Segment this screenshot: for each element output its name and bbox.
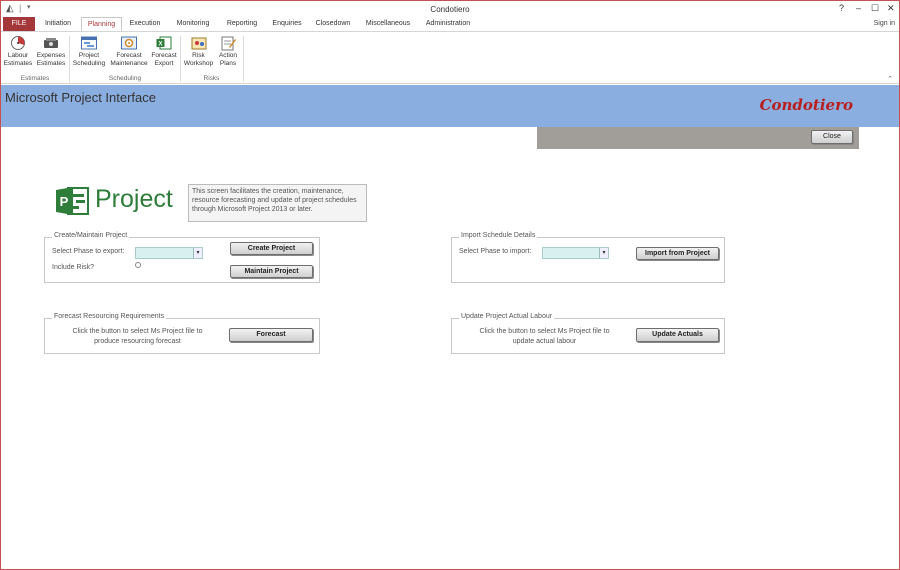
restore-icon[interactable]: ☐ [871,3,879,14]
forecast-button[interactable]: Forecast [229,328,313,342]
project-scheduling-button[interactable]: Project Scheduling [71,35,107,68]
import-schedule-title: Import Schedule Details [459,232,538,239]
forecast-export-icon: X [156,36,172,50]
help-icon[interactable]: ? [839,3,844,13]
import-phase-label: Select Phase to import: [459,248,532,255]
form-header: Microsoft Project Interface Condotiero [1,85,899,127]
page-title: Microsoft Project Interface [5,90,156,105]
create-maintain-group: Create/Maintain Project Select Phase to … [44,232,320,283]
risk-workshop-label-1: Risk [192,52,205,59]
close-button[interactable]: Close [811,130,853,144]
actuals-group: Update Project Actual Labour Click the b… [451,313,725,354]
logo-wordmark: Project [95,185,173,213]
export-phase-select[interactable]: ▾ [135,247,203,259]
project-scheduling-label-1: Project [78,52,100,59]
import-schedule-group: Import Schedule Details Select Phase to … [451,232,725,283]
tab-execution[interactable]: Execution [126,17,164,32]
tab-closedown[interactable]: Closedown [312,17,354,32]
risk-workshop-label-2: Workshop [183,60,214,67]
action-plans-label-2: Plans [219,60,237,67]
logo-initial: P [60,194,69,209]
include-risk-label: Include Risk? [52,264,95,271]
tab-initiation[interactable]: Initiation [39,17,77,32]
forecast-maintenance-label-1: Forecast [116,52,142,59]
create-project-button[interactable]: Create Project [230,242,313,255]
ms-project-logo: P Project [56,184,180,218]
expenses-estimates-button[interactable]: Expenses Estimates [35,35,67,68]
risk-workshop-button[interactable]: Risk Workshop [182,35,215,68]
labour-estimates-icon [11,36,25,50]
forecast-maintenance-icon [121,36,137,50]
forecast-maintenance-button[interactable]: Forecast Maintenance [108,35,150,68]
action-plans-icon [221,36,236,51]
import-phase-select[interactable]: ▾ [542,247,609,259]
forecast-export-label-2: Export [154,60,174,67]
update-actuals-button[interactable]: Update Actuals [636,328,719,342]
forecast-group: Forecast Resourcing Requirements Click t… [44,313,320,354]
forecast-maintenance-label-2: Maintenance [110,60,148,67]
forecast-export-label-1: Forecast [151,52,177,59]
close-window-icon[interactable]: ✕ [887,3,895,14]
brand-logo: Condotiero [759,96,853,114]
ribbon-separator [69,36,70,82]
actuals-instructions-line2: update actual labour [512,338,577,345]
tab-miscellaneous[interactable]: Miscellaneous [361,17,415,32]
expenses-estimates-icon [44,38,58,48]
create-maintain-title: Create/Maintain Project [52,232,130,239]
forecast-title: Forecast Resourcing Requirements [52,313,167,320]
expenses-estimates-label-2: Estimates [36,60,66,67]
ribbon-group-estimates: Estimates [20,75,50,82]
labour-estimates-label-2: Estimates [3,60,33,67]
tab-file[interactable]: FILE [3,17,35,32]
forecast-instructions-line2: produce resourcing forecast [94,338,181,345]
forecast-instructions: Click the button to select Ms Project fi… [50,327,225,347]
collapse-ribbon-icon[interactable]: ⌃ [887,75,893,83]
labour-estimates-label-1: Labour [7,52,29,59]
actuals-instructions: Click the button to select Ms Project fi… [457,327,632,347]
ribbon-tabs: FILE Initiation Planning Execution Monit… [1,17,899,33]
tab-enquiries[interactable]: Enquiries [268,17,306,32]
screen-description: This screen facilitates the creation, ma… [188,184,367,222]
title-bar: ◭ | ▾ Condotiero ? – ☐ ✕ [1,1,899,17]
expenses-estimates-label-1: Expenses [36,52,66,59]
ribbon-group-scheduling: Scheduling [108,75,142,82]
ribbon-separator [180,36,181,82]
include-risk-checkbox[interactable] [135,262,141,268]
tab-administration[interactable]: Administration [421,17,475,32]
ribbon: Labour Estimates Expenses Estimates Proj… [1,31,899,84]
tab-reporting[interactable]: Reporting [221,17,263,32]
sign-in-link[interactable]: Sign in [874,20,895,27]
import-from-project-button[interactable]: Import from Project [636,247,719,260]
svg-text:X: X [158,42,162,48]
action-plans-button[interactable]: Action Plans [215,35,241,68]
window-title: Condotiero [430,5,470,14]
forecast-instructions-line1: Click the button to select Ms Project fi… [72,328,203,335]
maintain-project-button[interactable]: Maintain Project [230,265,313,278]
tab-monitoring[interactable]: Monitoring [171,17,215,32]
risk-workshop-icon [191,37,206,50]
actuals-title: Update Project Actual Labour [459,313,555,320]
chevron-down-icon[interactable]: ▾ [193,248,202,258]
chevron-down-icon[interactable]: ▾ [599,248,608,258]
minimize-icon[interactable]: – [856,3,861,13]
export-phase-label: Select Phase to export: [52,248,125,255]
close-strip: Close [537,127,859,149]
ribbon-separator [243,36,244,82]
actuals-instructions-line1: Click the button to select Ms Project fi… [479,328,610,335]
ribbon-group-risks: Risks [203,75,220,82]
labour-estimates-button[interactable]: Labour Estimates [3,35,33,68]
ms-project-icon: P [56,187,89,215]
forecast-export-button[interactable]: X Forecast Export [149,35,179,68]
project-scheduling-label-2: Scheduling [72,60,106,67]
action-plans-label-1: Action [218,52,238,59]
project-scheduling-icon [81,36,97,50]
app-window: ◭ | ▾ Condotiero ? – ☐ ✕ FILE Initiation… [0,0,900,570]
